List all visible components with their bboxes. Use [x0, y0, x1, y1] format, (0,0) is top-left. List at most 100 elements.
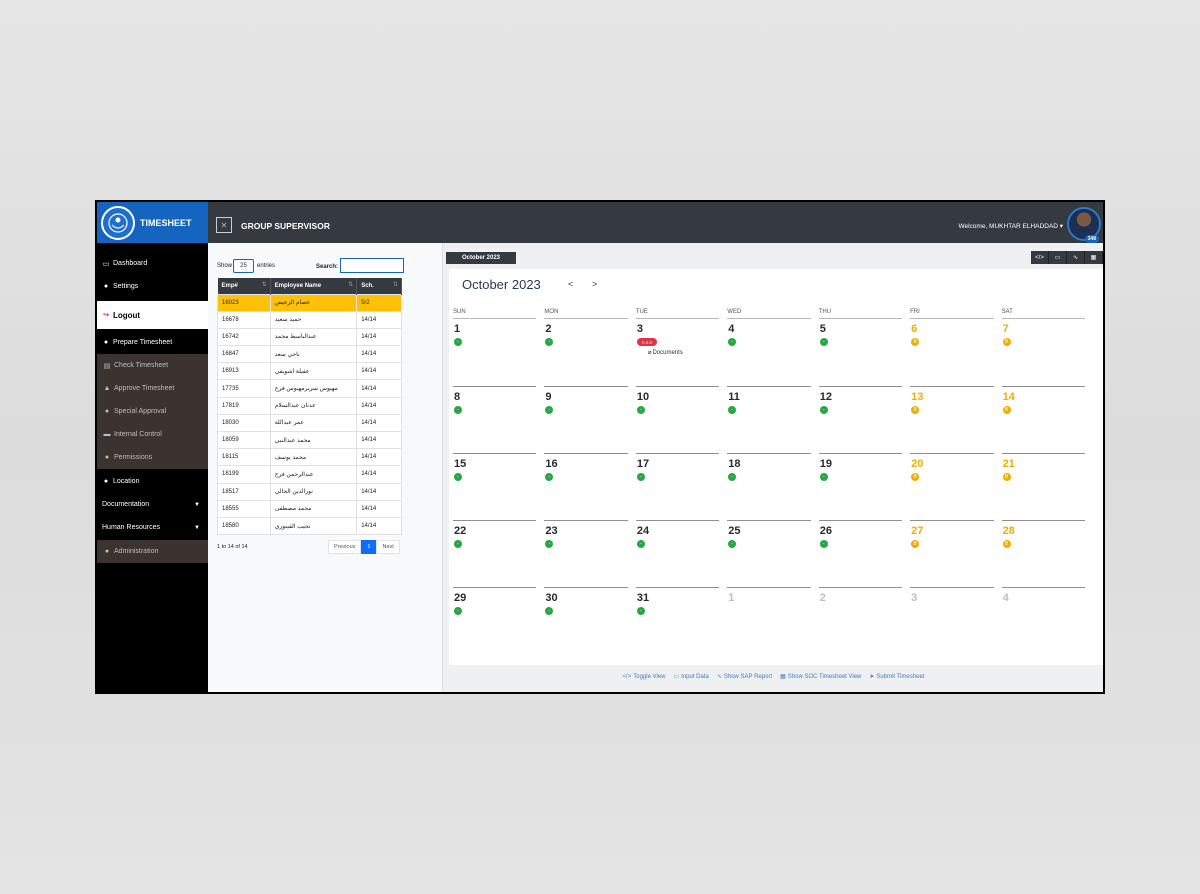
table-row[interactable]: 17735 مهيوس سريرمهيوس فرج 14/14 [217, 379, 402, 398]
workday-badge[interactable]: - [819, 540, 828, 548]
page-1-button[interactable]: 1 [361, 540, 377, 554]
calendar-day[interactable]: 22 - [453, 520, 537, 587]
workday-badge[interactable]: - [545, 607, 554, 615]
weekend-badge[interactable]: B [1002, 338, 1011, 346]
weekend-badge[interactable]: B [1002, 473, 1011, 481]
calendar-day[interactable]: 26 - [818, 520, 903, 587]
workday-badge[interactable]: - [636, 406, 645, 414]
sidebar-item-check-timesheet[interactable]: ▤ Check Timesheet [97, 354, 208, 377]
absence-badge[interactable]: A 2.0 [636, 338, 657, 346]
calendar-day[interactable]: 9- [544, 386, 628, 453]
sidebar-item-internal-control[interactable]: ▬ Internal Control [97, 423, 208, 446]
table-row[interactable]: 18030 عمر عبدالله 14/14 [217, 413, 402, 433]
workday-badge[interactable]: - [545, 540, 554, 548]
calendar-day[interactable]: 3 ⌀ Documents A 2.0 [636, 319, 719, 386]
calendar-day[interactable]: 31 - [635, 587, 720, 654]
table-row[interactable]: 18115 محمد يوسف 14/14 [217, 448, 402, 467]
table-row[interactable]: 16023 عصام الرعيض 5/2 [217, 293, 402, 312]
calendar-day[interactable]: 18 - [727, 453, 811, 520]
column-header-sch[interactable]: Sch. ⇅ [356, 278, 402, 294]
calendar-day[interactable]: 12 - [818, 386, 903, 453]
chart-view-icon[interactable]: ∿ [1067, 251, 1085, 264]
calendar-day[interactable]: 10 - [635, 386, 720, 453]
workday-badge[interactable]: - [545, 338, 554, 346]
show-sap-report-link[interactable]: ∿ Show SAP Report [717, 673, 772, 681]
workday-badge[interactable]: - [728, 473, 737, 481]
brand[interactable]: TIMESHEET [97, 202, 208, 243]
calendar-day[interactable]: 21 B [1001, 453, 1085, 520]
calendar-day[interactable]: 11 - [727, 386, 811, 453]
workday-badge[interactable]: - [636, 607, 645, 615]
column-header-name[interactable]: Employee Name ⇅ [270, 278, 358, 294]
table-row[interactable]: 17819 عدنان عبدالسلام 14/14 [217, 396, 402, 415]
calendar-day[interactable]: 4- [727, 319, 810, 386]
workday-badge[interactable]: - [454, 338, 462, 346]
calendar-day[interactable]: 1 [727, 587, 811, 654]
sidebar-item-approve-timesheet[interactable]: ▲ Approve Timesheet [97, 377, 208, 400]
weekend-badge[interactable]: B [911, 473, 920, 481]
documents-link[interactable]: ⌀ Documents [648, 349, 683, 357]
calendar-day[interactable]: 1- [453, 319, 536, 386]
workday-badge[interactable]: - [454, 607, 462, 615]
workday-badge[interactable]: - [636, 540, 645, 548]
user-menu[interactable]: Welcome, MUKHTAR ELHADDAD ▾ [958, 222, 1063, 230]
workday-badge[interactable]: - [728, 540, 737, 548]
table-row[interactable]: 18059 محمد عبدالنبي 14/14 [217, 430, 402, 450]
table-row[interactable]: 18517 نورالدين الجالي 14/14 [217, 482, 402, 501]
sidebar-item-human-resources[interactable]: Human Resources ▼ [97, 516, 208, 539]
input-data-link[interactable]: ▭ Input Data [673, 673, 708, 681]
workday-badge[interactable]: - [636, 473, 645, 481]
calendar-day[interactable]: 7B [1002, 319, 1085, 386]
workday-badge[interactable]: - [454, 473, 462, 481]
table-row[interactable]: 18580 نجيب الفيتوري 14/14 [217, 516, 402, 536]
code-view-icon[interactable]: </> [1031, 251, 1049, 264]
prev-month-button[interactable]: < [568, 279, 573, 289]
sidebar-item-permissions[interactable]: ● Permissions [97, 446, 208, 469]
calendar-day[interactable]: 20 B [910, 453, 994, 520]
calendar-day[interactable]: 8- [453, 386, 537, 453]
weekend-badge[interactable]: B [911, 540, 920, 548]
weekend-badge[interactable]: B [1002, 540, 1011, 548]
sidebar-item-special-approval[interactable]: ● Special Approval [97, 400, 208, 423]
entries-select[interactable]: 25 [233, 259, 254, 273]
calendar-day[interactable]: 30 - [544, 587, 628, 654]
card-view-icon[interactable]: ▭ [1049, 251, 1067, 264]
calendar-day[interactable]: 13 B [910, 386, 994, 453]
calendar-view-icon[interactable]: ▦ [1085, 251, 1103, 264]
workday-badge[interactable]: - [545, 406, 554, 414]
calendar-day[interactable]: 27 B [910, 520, 994, 587]
workday-badge[interactable]: - [728, 406, 737, 414]
workday-badge[interactable]: - [454, 406, 462, 414]
calendar-day[interactable]: 2- [544, 319, 627, 386]
weekend-badge[interactable]: B [911, 338, 920, 346]
table-row[interactable]: 16742 عبدالباسط محمد 14/14 [217, 327, 402, 347]
weekend-badge[interactable]: B [911, 406, 920, 414]
calendar-day[interactable]: 29 - [453, 587, 537, 654]
sidebar-item-location[interactable]: ● Location [97, 470, 208, 493]
previous-button[interactable]: Previous [328, 540, 362, 554]
next-button[interactable]: Next [376, 540, 400, 554]
toggle-view-link[interactable]: </> Toggle View [623, 673, 666, 680]
sidebar-item-administration[interactable]: ● Administration [97, 540, 208, 563]
calendar-day[interactable]: 25 - [727, 520, 811, 587]
sidebar-item-prepare-timesheet[interactable]: ● Prepare Timesheet [97, 331, 208, 354]
calendar-day[interactable]: 2 [818, 587, 903, 654]
sidebar-item-dashboard[interactable]: ▭ Dashboard [97, 252, 208, 275]
calendar-day[interactable]: 4 [1001, 587, 1085, 654]
calendar-day[interactable]: 16 - [544, 453, 628, 520]
column-header-emp[interactable]: Emp# ⇅ [217, 278, 271, 294]
calendar-day[interactable]: 6B [910, 319, 993, 386]
submit-timesheet-link[interactable]: ➤ Submit Timesheet [869, 673, 924, 681]
weekend-badge[interactable]: B [1002, 406, 1011, 414]
table-row[interactable]: 18199 عبدالرحمن فرج 14/14 [217, 465, 402, 484]
next-month-button[interactable]: > [592, 279, 597, 289]
workday-badge[interactable]: - [819, 338, 828, 346]
calendar-day[interactable]: 17 - [635, 453, 720, 520]
show-soc-timesheet-link[interactable]: ▦ Show SOC Timesheet View [780, 673, 861, 681]
calendar-day[interactable]: 24 - [635, 520, 720, 587]
sidebar-item-documentation[interactable]: Documentation ▼ [97, 493, 208, 516]
workday-badge[interactable]: - [728, 338, 737, 346]
table-row[interactable]: 16847 ناجي سعد 14/14 [217, 345, 402, 364]
sidebar-toggle-button[interactable]: ✕ [216, 217, 232, 233]
calendar-day[interactable]: 5- [819, 319, 902, 386]
